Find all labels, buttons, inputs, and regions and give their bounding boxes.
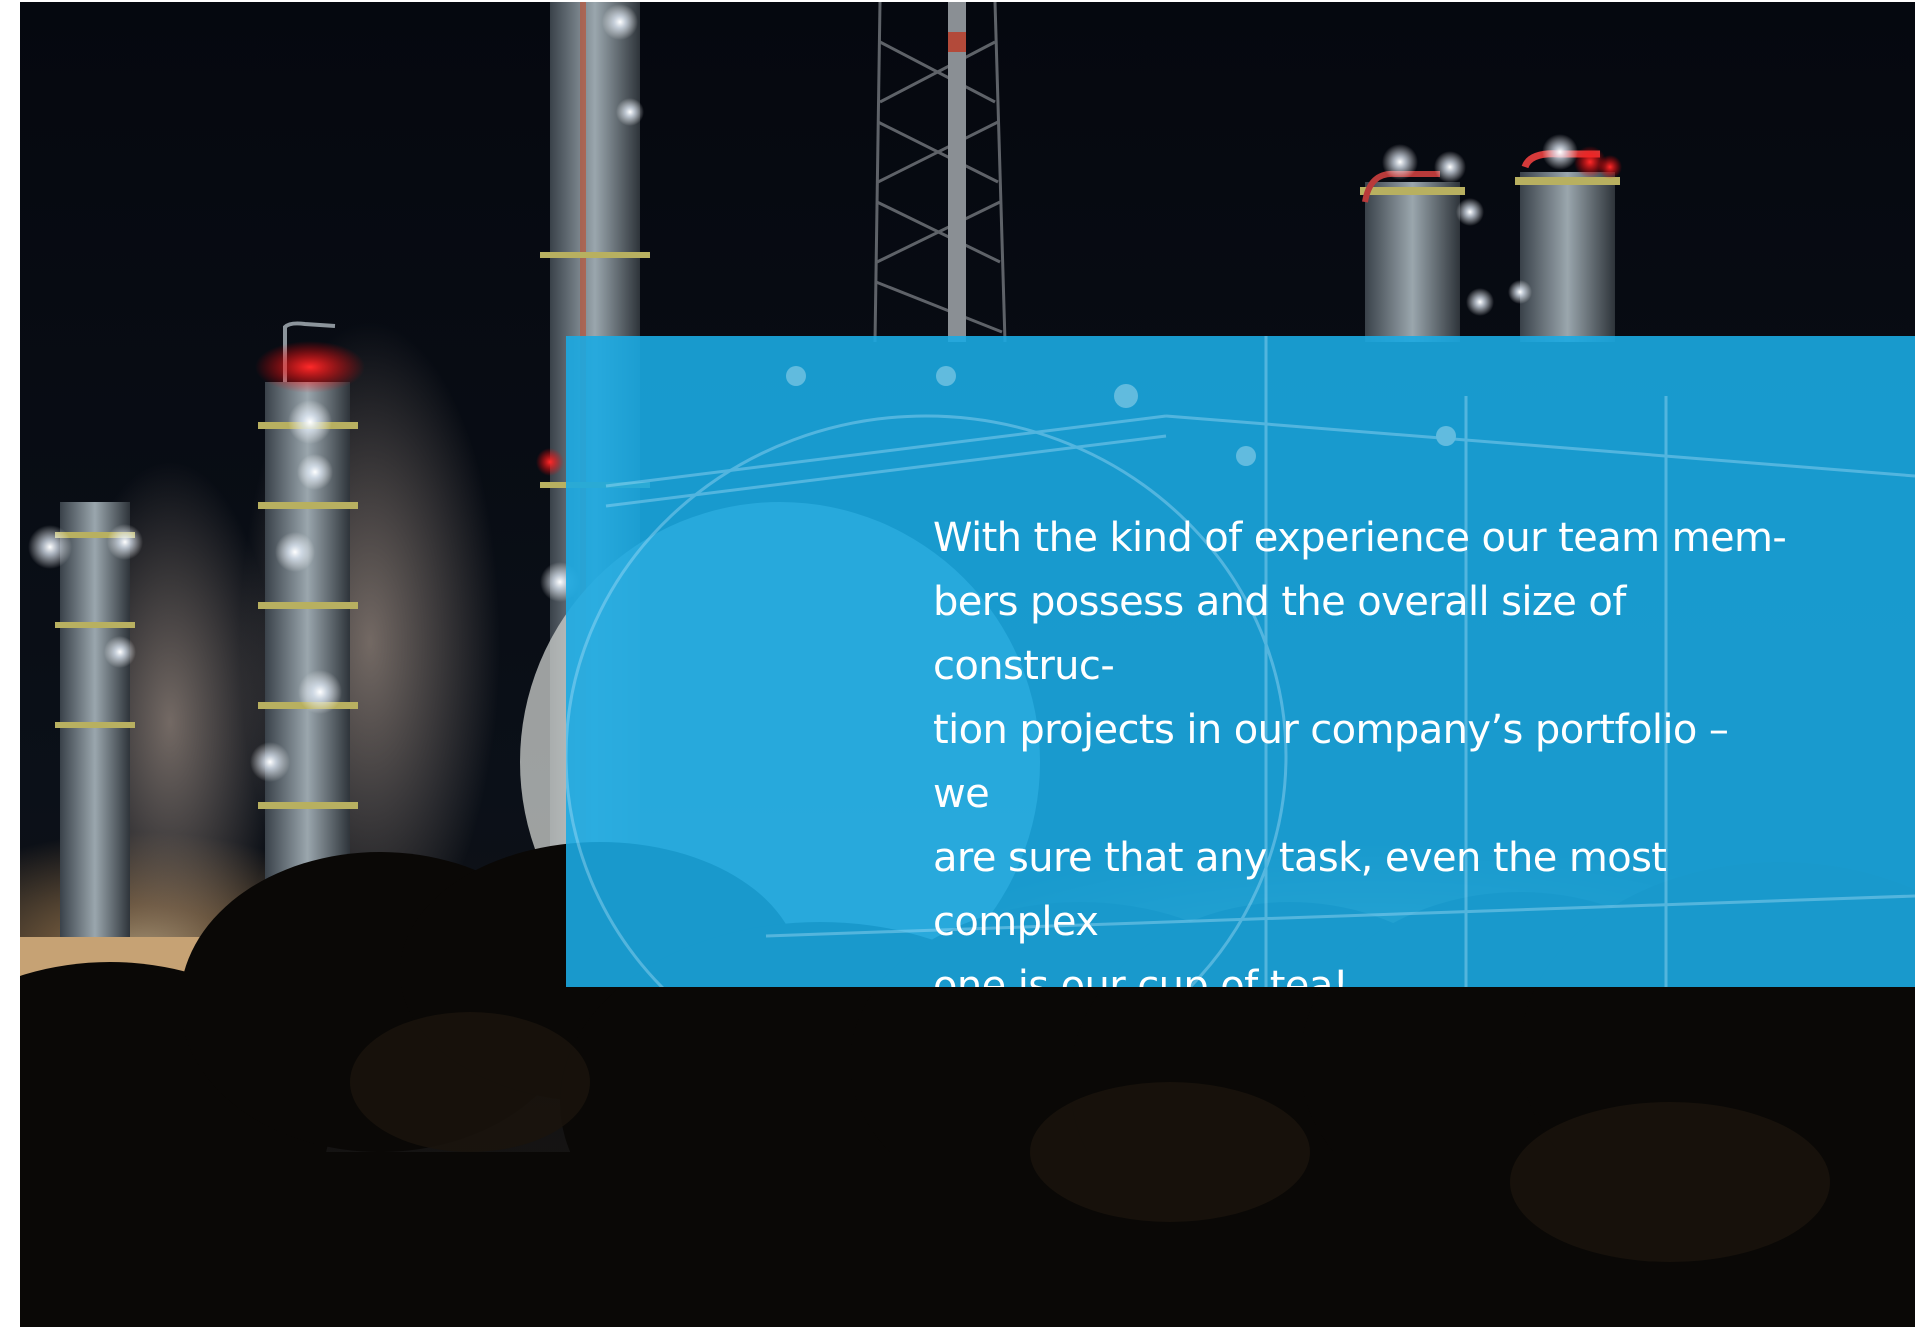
page: With the kind of experience our team mem… xyxy=(0,0,1915,1327)
text-overlay-panel: With the kind of experience our team mem… xyxy=(566,336,1915,987)
hero-section: With the kind of experience our team mem… xyxy=(20,2,1915,1327)
overlay-paragraph: With the kind of experience our team mem… xyxy=(933,515,1787,987)
